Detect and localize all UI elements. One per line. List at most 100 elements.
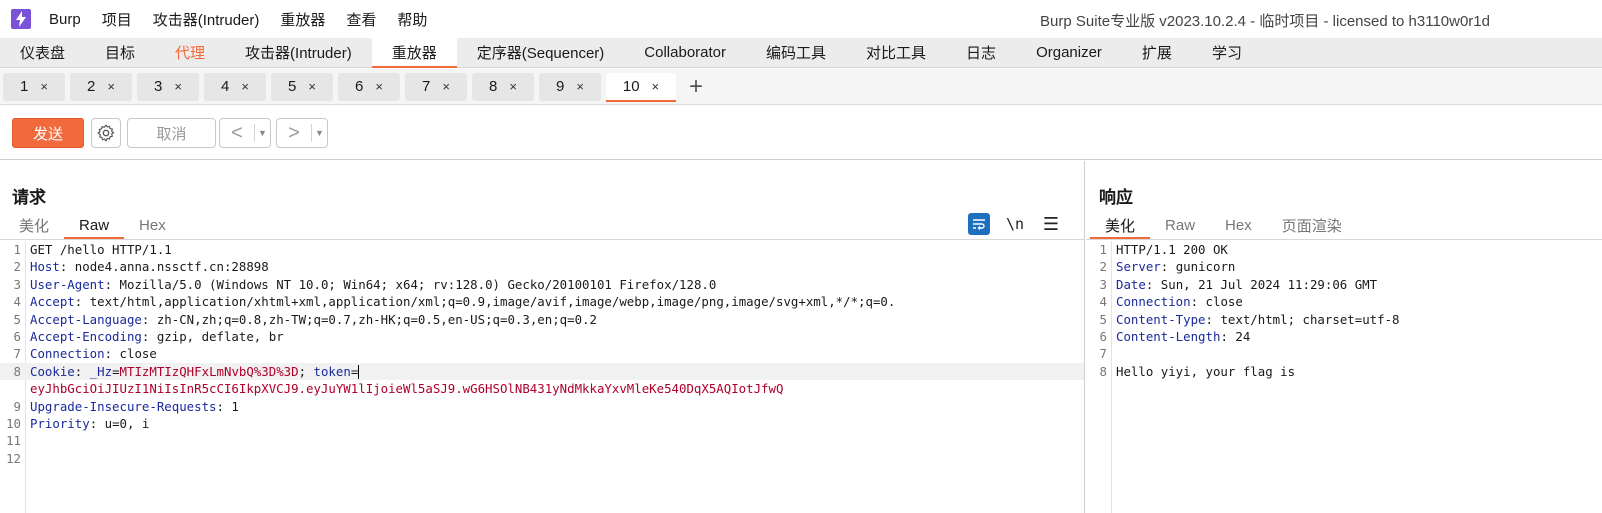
repeater-tab-1[interactable]: 1 ×: [3, 72, 65, 101]
code-line: 5 Content-Type: text/html; charset=utf-8: [1086, 311, 1602, 328]
request-pane: 请求 美化 Raw Hex \n ☰ 1 GET /hello HTTP/1.1 2…: [0, 161, 1085, 513]
code-line: 3 Date: Sun, 21 Jul 2024 11:29:06 GMT: [1086, 276, 1602, 293]
chevron-left-icon: <: [231, 122, 243, 144]
repeater-tab-label: 10: [622, 78, 640, 95]
close-icon[interactable]: ×: [576, 79, 584, 94]
show-newlines-icon[interactable]: \n: [1004, 215, 1026, 233]
code-line: 1 HTTP/1.1 200 OK: [1086, 241, 1602, 258]
window-title: Burp Suite专业版 v2023.10.2.4 - 临时项目 - lice…: [1040, 13, 1490, 30]
repeater-tab-10[interactable]: 10 ×: [606, 72, 676, 102]
close-icon[interactable]: ×: [308, 79, 316, 94]
menu-burp[interactable]: Burp: [49, 11, 81, 28]
tab-intruder[interactable]: 攻击器(Intruder): [225, 38, 372, 67]
close-icon[interactable]: ×: [174, 79, 182, 94]
repeater-tab-8[interactable]: 8 ×: [472, 72, 534, 101]
tab-dashboard[interactable]: 仪表盘: [0, 38, 85, 67]
add-tab-icon[interactable]: +: [689, 74, 703, 99]
main-tab-bar: 仪表盘 目标 代理 攻击器(Intruder) 重放器 定序器(Sequence…: [0, 38, 1602, 68]
tab-pretty[interactable]: 美化: [4, 211, 64, 239]
tab-raw[interactable]: Raw: [64, 211, 125, 239]
chevron-down-icon[interactable]: ▼: [311, 124, 327, 142]
tab-proxy[interactable]: 代理: [155, 38, 225, 67]
repeater-tab-4[interactable]: 4 ×: [204, 72, 266, 101]
line-content: User-Agent: Mozilla/5.0 (Windows NT 10.0…: [30, 276, 717, 292]
repeater-tab-2[interactable]: 2 ×: [70, 72, 132, 101]
tab-organizer[interactable]: Organizer: [1016, 38, 1122, 67]
cancel-button[interactable]: 取消: [127, 118, 216, 148]
request-editor[interactable]: 1 GET /hello HTTP/1.1 2 Host: node4.anna.ns…: [0, 241, 1084, 513]
tab-collaborator[interactable]: Collaborator: [624, 38, 746, 67]
repeater-tab-label: 9: [556, 78, 565, 95]
close-icon[interactable]: ×: [652, 79, 660, 94]
code-line: 10 Priority: u=0, i: [0, 415, 1084, 432]
code-line: 4 Connection: close: [1086, 293, 1602, 310]
line-number: 12: [6, 450, 21, 466]
line-content: Accept-Encoding: gzip, deflate, br: [30, 328, 284, 344]
menu-project[interactable]: 项目: [102, 9, 132, 30]
repeater-tab-6[interactable]: 6 ×: [338, 72, 400, 101]
tab-render[interactable]: 页面渲染: [1267, 211, 1357, 239]
header-value: gzip, deflate, br: [149, 328, 284, 344]
tab-extensions[interactable]: 扩展: [1122, 38, 1192, 67]
close-icon[interactable]: ×: [40, 79, 48, 94]
tab-target[interactable]: 目标: [85, 38, 155, 67]
send-button[interactable]: 发送: [12, 118, 84, 148]
line-content: Upgrade-Insecure-Requests: 1: [30, 398, 239, 414]
gear-icon: [97, 124, 115, 142]
response-editor[interactable]: 1 HTTP/1.1 200 OK 2 Server: gunicorn 3 Date: …: [1086, 241, 1602, 513]
repeater-tab-7[interactable]: 7 ×: [405, 72, 467, 101]
repeater-tab-label: 4: [221, 78, 230, 95]
history-forward-button[interactable]: > ▼: [276, 118, 328, 148]
settings-button[interactable]: [91, 118, 121, 148]
chevron-down-icon[interactable]: ▼: [254, 124, 270, 142]
repeater-tab-9[interactable]: 9 ×: [539, 72, 601, 101]
history-back-button[interactable]: < ▼: [219, 118, 271, 148]
tab-learn[interactable]: 学习: [1192, 38, 1262, 67]
code-line: 8 Cookie: _Hz=MTIzMTIzQHFxLmNvbQ%3D%3D; t…: [0, 362, 1084, 381]
tab-hex[interactable]: Hex: [124, 211, 181, 239]
menu-repeater[interactable]: 重放器: [280, 9, 325, 30]
header-name: User-Agent: [30, 276, 105, 292]
request-view-tabs: 美化 Raw Hex: [4, 211, 181, 239]
header-value: close: [112, 346, 157, 362]
menu-icon[interactable]: ☰: [1040, 214, 1062, 235]
tab-repeater[interactable]: 重放器: [371, 38, 457, 68]
code-line: 7 Connection: close: [0, 345, 1084, 362]
line-number: 3: [13, 276, 21, 292]
repeater-tab-label: 8: [489, 78, 498, 95]
header-value: text/html; charset=utf-8: [1213, 311, 1400, 327]
line-number: 7: [13, 346, 21, 362]
repeater-tab-5[interactable]: 5 ×: [271, 72, 333, 101]
line-content: Server: gunicorn: [1116, 259, 1236, 275]
menu-help[interactable]: 帮助: [397, 9, 427, 30]
tab-decoder[interactable]: 编码工具: [746, 38, 846, 67]
line-content: Accept: text/html,application/xhtml+xml,…: [30, 294, 896, 310]
line-number: 6: [1099, 328, 1107, 344]
line-content: Cookie: _Hz=MTIzMTIzQHFxLmNvbQ%3D%3D; to…: [30, 363, 360, 380]
close-icon[interactable]: ×: [375, 79, 383, 94]
cookie-name: token: [313, 363, 351, 379]
close-icon[interactable]: ×: [442, 79, 450, 94]
tab-hex[interactable]: Hex: [1210, 211, 1267, 239]
repeater-tab-3[interactable]: 3 ×: [137, 72, 199, 101]
menu-intruder[interactable]: 攻击器(Intruder): [153, 9, 260, 30]
close-icon[interactable]: ×: [107, 79, 115, 94]
line-number: 2: [13, 259, 21, 275]
line-number: 5: [13, 311, 21, 327]
menu-view[interactable]: 查看: [346, 9, 376, 30]
cookie-name: _Hz: [89, 363, 113, 379]
response-pane: 响应 美化 Raw Hex 页面渲染 1 HTTP/1.1 200 OK 2 Serv…: [1086, 161, 1602, 513]
close-icon[interactable]: ×: [241, 79, 249, 94]
word-wrap-icon[interactable]: [968, 213, 990, 235]
header-name: Connection: [1116, 294, 1191, 310]
tab-logger[interactable]: 日志: [946, 38, 1016, 67]
line-content: Connection: close: [1116, 294, 1243, 310]
line-number: 10: [6, 415, 21, 431]
header-name: Priority: [30, 415, 90, 431]
tab-raw[interactable]: Raw: [1150, 211, 1210, 239]
close-icon[interactable]: ×: [509, 79, 517, 94]
tab-pretty[interactable]: 美化: [1090, 211, 1151, 239]
repeater-tab-label: 3: [154, 78, 163, 95]
tab-comparer[interactable]: 对比工具: [846, 38, 946, 67]
tab-sequencer[interactable]: 定序器(Sequencer): [457, 38, 625, 67]
